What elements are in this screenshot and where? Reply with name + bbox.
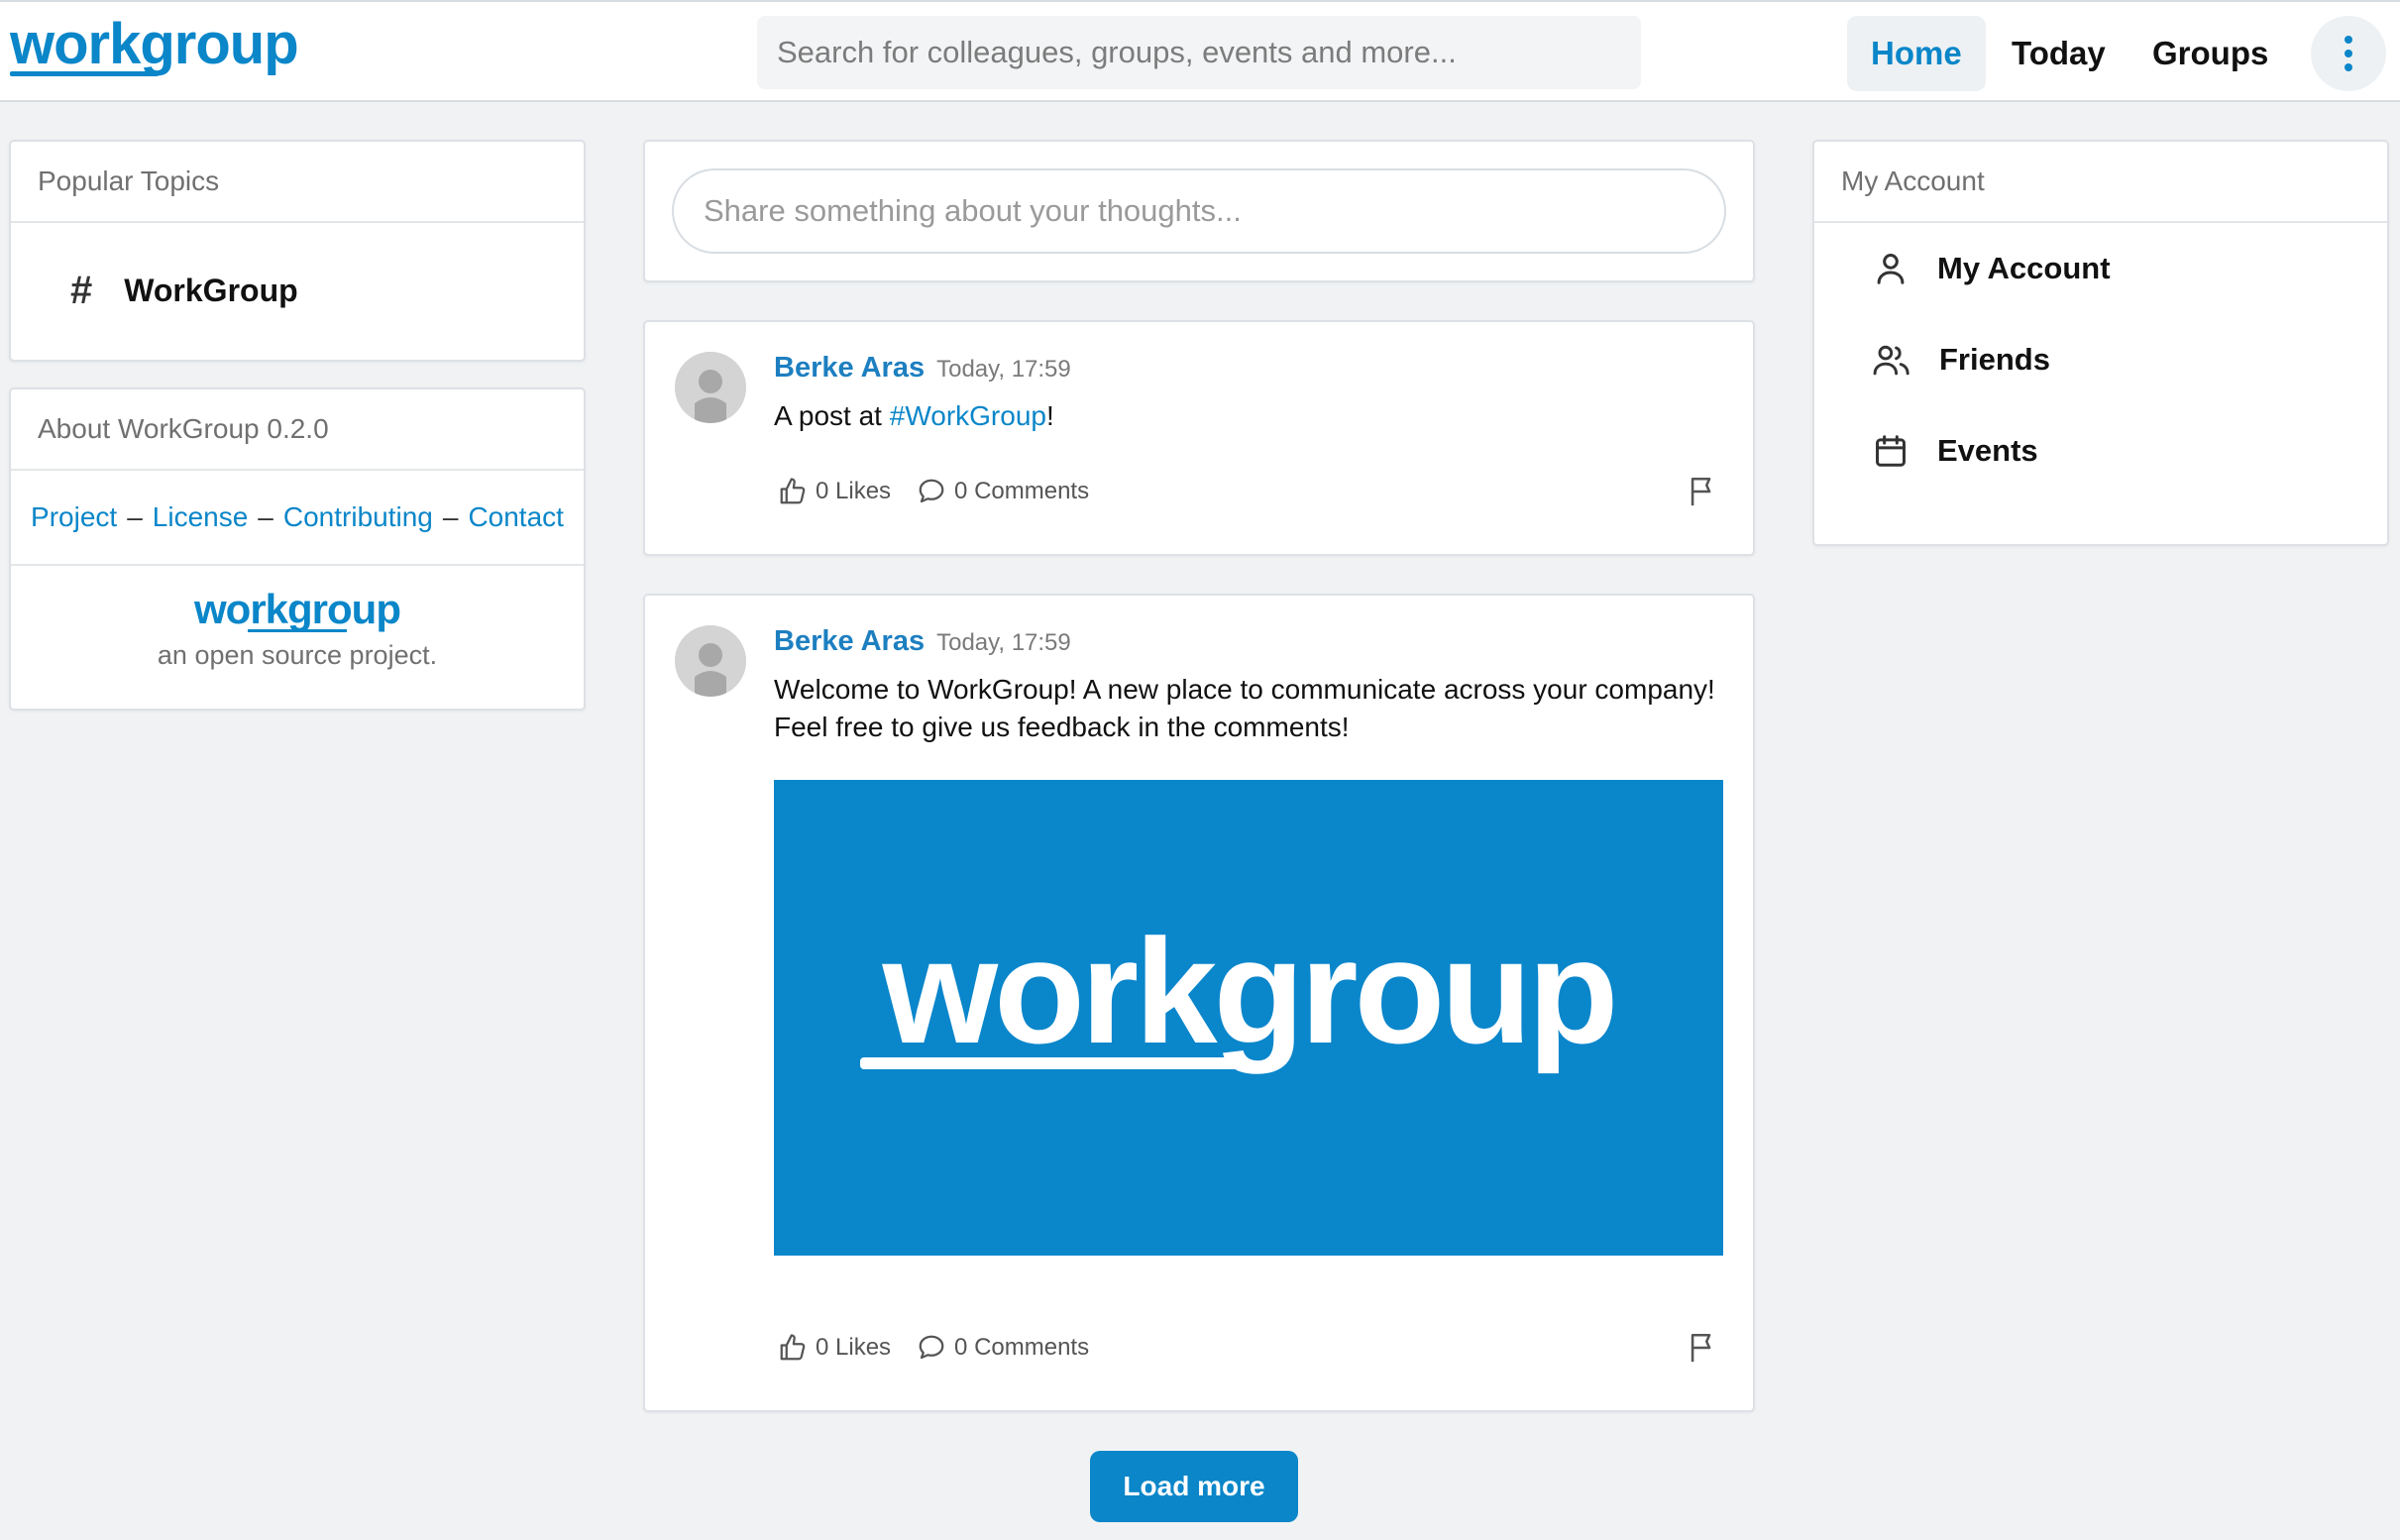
comment-icon	[919, 1335, 944, 1360]
post-body: Welcome to WorkGroup! A new place to com…	[774, 671, 1715, 746]
comment-button[interactable]: 0 Comments	[917, 477, 1089, 506]
popular-topics-card: Popular Topics # WorkGroup	[9, 140, 586, 362]
about-logo: workgroup	[194, 586, 401, 632]
like-button[interactable]: 0 Likes	[778, 1333, 891, 1363]
post-actions: 0 Likes 0 Comments	[778, 1333, 1115, 1363]
post-text-line1: Welcome to WorkGroup! A new place to com…	[774, 674, 1715, 705]
report-button[interactable]	[1686, 1331, 1719, 1370]
post-card: Berke Aras Today, 17:59 A post at #WorkG…	[643, 320, 1755, 556]
workgroup-logo[interactable]: workgroup	[10, 12, 299, 85]
default-avatar-icon	[675, 625, 746, 697]
link-contributing[interactable]: Contributing	[283, 501, 433, 533]
post-actions: 0 Likes 0 Comments	[778, 477, 1115, 506]
post-timestamp: Today, 17:59	[936, 356, 1071, 383]
search-input[interactable]	[777, 16, 1641, 89]
avatar[interactable]	[675, 625, 746, 697]
menu-item-label: Friends	[1939, 342, 2050, 377]
post-author[interactable]: Berke Aras	[774, 352, 925, 385]
link-license[interactable]: License	[153, 501, 249, 533]
menu-item-label: My Account	[1937, 251, 2111, 285]
link-contact[interactable]: Contact	[468, 501, 564, 533]
menu-item-friends[interactable]: Friends	[1814, 314, 2387, 405]
about-footer: workgroup an open source project.	[11, 566, 584, 671]
link-project[interactable]: Project	[31, 501, 117, 533]
menu-item-label: Events	[1937, 433, 2038, 468]
avatar[interactable]	[675, 352, 746, 423]
popular-topics-title: Popular Topics	[11, 142, 584, 223]
post-text-end: !	[1045, 400, 1054, 431]
likes-count: 0 Likes	[816, 1334, 892, 1361]
user-icon	[1877, 254, 1905, 284]
about-title: About WorkGroup 0.2.0	[11, 389, 584, 471]
flag-icon	[1691, 1333, 1711, 1363]
image-logo-text: workgroup	[882, 909, 1615, 1074]
link-separator: –	[127, 501, 143, 532]
share-thoughts-input[interactable]	[704, 193, 1724, 229]
post-header: Berke Aras Today, 17:59	[774, 352, 1071, 385]
default-avatar-icon	[675, 352, 746, 423]
thumbs-up-icon	[780, 1334, 806, 1361]
nav-home[interactable]: Home	[1847, 16, 1986, 91]
calendar-icon	[1876, 435, 1906, 467]
menu-item-events[interactable]: Events	[1814, 405, 2387, 496]
thumbs-up-icon	[780, 478, 806, 504]
post-image[interactable]: workgroup	[774, 780, 1723, 1256]
top-navigation-bar: workgroup Home Today Groups	[0, 0, 2400, 102]
link-separator: –	[258, 501, 273, 532]
search-box[interactable]	[757, 16, 1641, 89]
hashtag-icon: #	[70, 268, 93, 312]
post-composer	[643, 140, 1755, 282]
comments-count: 0 Comments	[954, 478, 1090, 504]
menu-item-my-account[interactable]: My Account	[1814, 223, 2387, 314]
logo-text: workgroup	[10, 12, 299, 76]
logo-underline	[10, 71, 159, 76]
comments-count: 0 Comments	[954, 1334, 1090, 1361]
post-text: A post at	[774, 400, 890, 431]
nav-today[interactable]: Today	[1988, 16, 2129, 91]
nav-groups[interactable]: Groups	[2128, 16, 2292, 91]
post-text-line2: Feel free to give us feedback in the com…	[774, 712, 1350, 742]
load-more-button[interactable]: Load more	[1090, 1451, 1298, 1522]
report-button[interactable]	[1686, 475, 1719, 513]
post-author[interactable]: Berke Aras	[774, 625, 925, 658]
users-icon	[1873, 345, 1909, 376]
flag-icon	[1691, 477, 1711, 506]
comment-button[interactable]: 0 Comments	[917, 1333, 1089, 1363]
like-button[interactable]: 0 Likes	[778, 477, 891, 506]
comment-icon	[919, 479, 944, 503]
image-logo-underline	[860, 1057, 1247, 1069]
link-separator: –	[442, 501, 459, 532]
workgroup-image-logo: workgroup	[860, 909, 1618, 1074]
topic-item-workgroup[interactable]: # WorkGroup	[11, 223, 584, 358]
post-card: Berke Aras Today, 17:59 Welcome to WorkG…	[643, 594, 1755, 1412]
my-account-title: My Account	[1814, 142, 2387, 223]
about-links: Project – License – Contributing – Conta…	[11, 471, 584, 566]
about-logo-underline	[248, 629, 347, 632]
post-body: A post at #WorkGroup!	[774, 397, 1715, 435]
my-account-card: My Account My Account Friends Events	[1812, 140, 2389, 546]
post-header: Berke Aras Today, 17:59	[774, 625, 1071, 658]
about-tagline: an open source project.	[157, 640, 438, 670]
likes-count: 0 Likes	[816, 478, 892, 504]
topic-label: WorkGroup	[124, 272, 298, 308]
vertical-dots-icon	[2345, 36, 2352, 71]
about-card: About WorkGroup 0.2.0 Project – License …	[9, 387, 586, 711]
hashtag-link[interactable]: #WorkGroup	[890, 400, 1046, 431]
post-timestamp: Today, 17:59	[936, 629, 1071, 656]
composer-field[interactable]	[672, 168, 1726, 254]
more-menu-button[interactable]	[2311, 16, 2386, 91]
